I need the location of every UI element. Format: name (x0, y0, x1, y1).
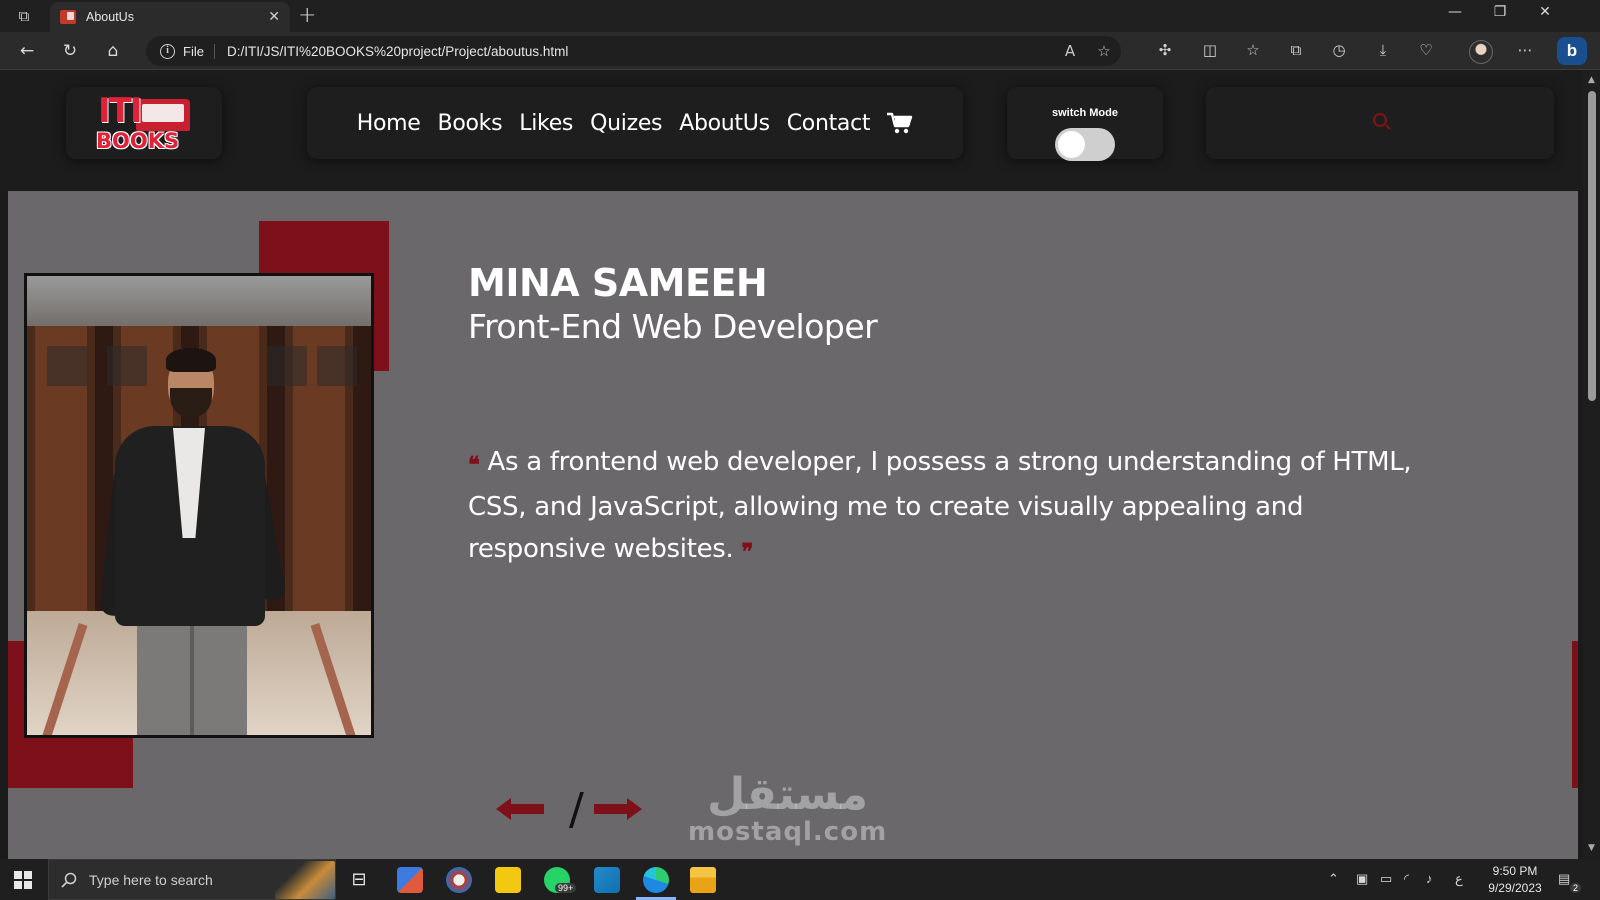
member-name: MINA SAMEEH (468, 261, 768, 305)
store-icon[interactable] (397, 867, 423, 893)
sticky-notes-icon[interactable] (495, 867, 521, 893)
clock-date: 9/29/2023 (1488, 881, 1542, 895)
edge-icon[interactable] (643, 867, 669, 893)
watermark-arabic: مستقل (707, 769, 869, 820)
extensions-icon[interactable]: ✣ (1152, 41, 1178, 59)
favorite-star-icon[interactable]: ☆ (1087, 42, 1121, 60)
browser-tab-bar: ⧉ AboutUs ✕ + — ❐ ✕ (0, 0, 1600, 32)
member-quote: ❝ As a frontend web developer, I possess… (468, 441, 1428, 573)
slider-separator: / (569, 784, 584, 835)
close-window-button[interactable]: ✕ (1530, 4, 1560, 20)
back-icon[interactable]: ← (15, 40, 39, 62)
quote-text: As a frontend web developer, I possess a… (468, 447, 1412, 564)
nav-quizes[interactable]: Quizes (590, 111, 662, 136)
logo-books-text: BOOKS (96, 129, 180, 153)
bing-copilot-icon[interactable]: b (1557, 37, 1587, 65)
scroll-thumb[interactable] (1588, 91, 1596, 401)
whatsapp-badge: 99+ (555, 883, 577, 893)
dark-mode-toggle[interactable] (1055, 128, 1115, 161)
taskbar-search-placeholder: Type here to search (89, 871, 213, 888)
scroll-down-icon[interactable]: ▼ (1586, 843, 1597, 853)
logo-mark: ITI BOOKS (96, 91, 192, 155)
taskbar-search[interactable]: Type here to search (48, 859, 336, 900)
cart-icon[interactable] (887, 112, 913, 134)
clock-time: 9:50 PM (1492, 864, 1538, 878)
split-screen-icon[interactable]: ◫ (1197, 41, 1223, 59)
profile-avatar[interactable] (1469, 40, 1493, 64)
refresh-icon[interactable]: ↻ (58, 40, 82, 62)
tab-actions-icon[interactable]: ⧉ (14, 6, 34, 26)
decor-block-right (1572, 641, 1578, 788)
nav-books[interactable]: Books (438, 111, 503, 136)
input-language[interactable]: ع (1455, 871, 1463, 887)
browser-tab-aboutus[interactable]: AboutUs ✕ (50, 2, 290, 32)
taskbar-search-icon (61, 872, 77, 888)
switch-mode-label: switch Mode (1051, 107, 1118, 119)
toggle-knob (1058, 131, 1085, 158)
watermark: مستقل mostaql.com (688, 769, 888, 847)
system-clock[interactable]: 9:50 PM 9/29/2023 (1470, 863, 1560, 897)
watermark-latin: mostaql.com (688, 817, 888, 847)
read-aloud-icon[interactable]: A (1053, 42, 1087, 60)
scroll-up-icon[interactable]: ▲ (1586, 75, 1597, 85)
nav-home[interactable]: Home (357, 111, 421, 136)
member-role: Front-End Web Developer (468, 307, 878, 346)
battery-icon[interactable]: ▭ (1380, 871, 1392, 887)
volume-icon[interactable]: ♪ (1426, 871, 1433, 886)
prev-arrow-icon[interactable] (496, 798, 544, 820)
tab-title: AboutUs (86, 10, 134, 24)
url-input[interactable]: i File D:/ITI/JS/ITI%20BOOKS%20project/P… (146, 36, 1121, 66)
wifi-icon[interactable]: ◜ (1404, 871, 1409, 887)
nav-aboutus[interactable]: AboutUs (679, 111, 770, 136)
search-icon[interactable] (1373, 113, 1387, 127)
search-highlight-icon (275, 860, 335, 899)
book-icon (136, 99, 190, 131)
downloads-icon[interactable]: ⤓ (1370, 41, 1396, 59)
file-label: File (183, 43, 215, 59)
more-options-icon[interactable]: ⋯ (1512, 41, 1538, 59)
quote-close-icon: ❞ (741, 539, 754, 565)
windows-taskbar: Type here to search ⊟ 99+ ⌃ ▣ ▭ ◜ ♪ ع 9:… (0, 859, 1600, 900)
site-logo[interactable]: ITI BOOKS (66, 87, 222, 159)
vscode-icon[interactable] (594, 867, 620, 893)
nav-contact[interactable]: Contact (787, 111, 871, 136)
mode-switch-panel: switch Mode (1007, 87, 1163, 161)
address-bar-row: ← ↻ ⌂ i File D:/ITI/JS/ITI%20BOOKS%20pro… (0, 32, 1600, 70)
site-header: ITI BOOKS Home Books Likes Quizes AboutU… (0, 71, 1583, 191)
slider-controls: / (496, 784, 656, 836)
search-panel[interactable] (1206, 87, 1554, 159)
about-section: MINA SAMEEH Front-End Web Developer ❝ As… (8, 191, 1578, 859)
paint-icon[interactable] (446, 867, 472, 893)
quote-open-icon: ❝ (468, 452, 480, 478)
tray-chevron-icon[interactable]: ⌃ (1328, 871, 1339, 887)
close-tab-icon[interactable]: ✕ (268, 9, 280, 25)
meet-now-icon[interactable]: ▣ (1356, 871, 1368, 887)
logo-iti-text: ITI (98, 91, 142, 131)
minimize-button[interactable]: — (1440, 4, 1470, 20)
favicon-icon (60, 10, 76, 24)
restore-button[interactable]: ❐ (1485, 4, 1515, 20)
performance-icon[interactable]: ♡ (1413, 41, 1439, 59)
notification-count: 2 (1570, 883, 1582, 893)
info-icon[interactable]: i (160, 43, 175, 59)
file-explorer-icon[interactable] (690, 867, 716, 893)
favorites-icon[interactable]: ☆ (1240, 41, 1266, 59)
task-view-icon[interactable]: ⊟ (346, 867, 372, 893)
new-tab-button[interactable]: + (298, 3, 316, 28)
profile-photo (24, 273, 374, 738)
collections-icon[interactable]: ⧉ (1283, 41, 1309, 59)
main-nav: Home Books Likes Quizes AboutUs Contact (307, 87, 963, 159)
windows-start-icon[interactable] (14, 871, 32, 889)
page-scrollbar[interactable]: ▲ ▼ (1583, 71, 1600, 859)
home-icon[interactable]: ⌂ (101, 40, 125, 62)
next-arrow-icon[interactable] (594, 798, 642, 820)
page-viewport: ITI BOOKS Home Books Likes Quizes AboutU… (0, 71, 1583, 859)
notification-center-icon[interactable]: ▤ (1558, 871, 1570, 887)
nav-likes[interactable]: Likes (519, 111, 573, 136)
url-text[interactable]: D:/ITI/JS/ITI%20BOOKS%20project/Project/… (227, 44, 1053, 59)
history-icon[interactable]: ◷ (1326, 41, 1352, 59)
